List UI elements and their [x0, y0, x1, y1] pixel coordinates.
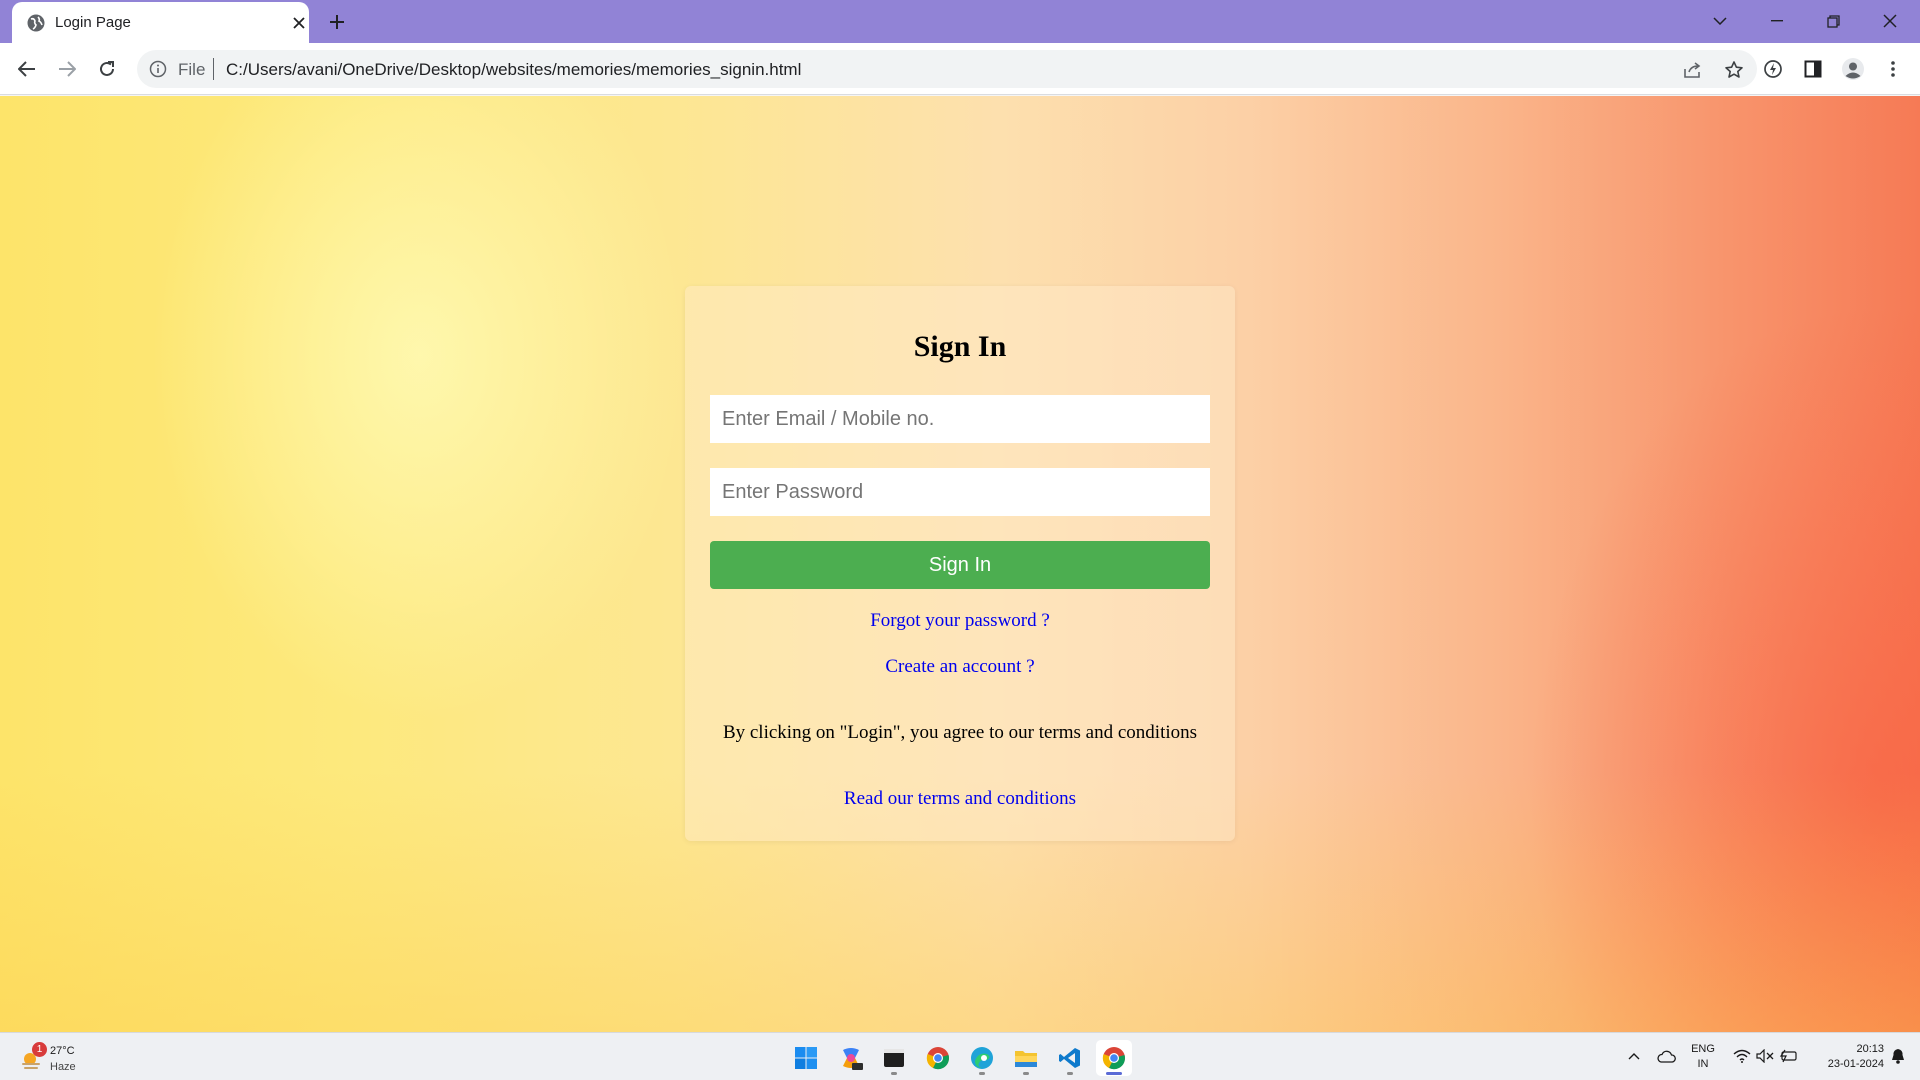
share-icon[interactable] — [1682, 59, 1704, 81]
onedrive-cloud-icon[interactable] — [1654, 1045, 1678, 1067]
minimize-icon[interactable] — [1757, 4, 1797, 38]
browser-toolbar: File C:/Users/avani/OneDrive/Desktop/web… — [0, 43, 1920, 95]
new-tab-icon[interactable] — [323, 8, 351, 36]
system-clock[interactable]: 20:13 23-01-2024 — [1808, 1042, 1884, 1072]
weather-temperature: 27°C — [50, 1045, 75, 1057]
chrome-icon[interactable] — [920, 1040, 956, 1076]
site-info-icon[interactable] — [149, 60, 167, 78]
password-input[interactable] — [710, 468, 1210, 516]
restore-icon[interactable] — [1813, 4, 1853, 38]
weather-widget[interactable]: 1 27°C Haze — [18, 1039, 88, 1077]
chevron-up-icon[interactable] — [1626, 1045, 1642, 1067]
page-viewport: Sign In Sign In Forgot your password ? C… — [0, 96, 1920, 1032]
read-terms-link[interactable]: Read our terms and conditions — [685, 788, 1235, 810]
side-panel-icon[interactable] — [1798, 54, 1828, 84]
reload-icon[interactable] — [91, 53, 123, 85]
tab-title: Login Page — [55, 14, 131, 31]
profile-avatar-icon[interactable] — [1838, 54, 1868, 84]
address-divider — [213, 58, 214, 80]
copilot-icon[interactable] — [833, 1040, 869, 1076]
forward-arrow-icon[interactable] — [51, 53, 83, 85]
battery-charging-icon[interactable] — [1778, 1045, 1800, 1067]
language-region: IN — [1697, 1058, 1709, 1070]
browser-tab[interactable]: Login Page — [12, 2, 309, 43]
globe-icon — [26, 13, 46, 33]
browser-tab-strip: Login Page — [0, 0, 1920, 43]
vscode-icon[interactable] — [1052, 1040, 1088, 1076]
url-scheme-label: File — [178, 60, 206, 79]
language-code: ENG — [1691, 1043, 1715, 1055]
language-indicator[interactable]: ENG IN — [1684, 1042, 1722, 1072]
edge-icon[interactable] — [964, 1040, 1000, 1076]
terms-notice: By clicking on "Login", you agree to our… — [722, 722, 1198, 743]
signin-card: Sign In Sign In Forgot your password ? C… — [685, 286, 1235, 841]
weather-condition: Haze — [50, 1061, 76, 1073]
speaker-muted-icon[interactable] — [1755, 1045, 1775, 1067]
clock-date: 23-01-2024 — [1827, 1058, 1884, 1070]
close-window-icon[interactable] — [1870, 4, 1910, 38]
back-arrow-icon[interactable] — [11, 53, 43, 85]
signin-heading: Sign In — [913, 330, 1007, 363]
terminal-icon[interactable] — [876, 1040, 912, 1076]
notification-bell-icon[interactable] — [1888, 1045, 1908, 1067]
file-explorer-icon[interactable] — [1008, 1040, 1044, 1076]
more-menu-icon[interactable] — [1878, 54, 1908, 84]
notification-badge: 1 — [32, 1042, 47, 1057]
url-text[interactable]: C:/Users/avani/OneDrive/Desktop/websites… — [226, 60, 801, 80]
create-account-link[interactable]: Create an account ? — [685, 656, 1235, 678]
email-input[interactable] — [710, 395, 1210, 443]
tab-search-icon[interactable] — [1700, 4, 1740, 38]
forgot-password-link[interactable]: Forgot your password ? — [685, 610, 1235, 632]
performance-icon[interactable] — [1758, 54, 1788, 84]
windows-taskbar: 1 27°C Haze ENG IN 20:13 23-01-2024 — [0, 1032, 1920, 1080]
bookmark-star-icon[interactable] — [1723, 59, 1745, 81]
wifi-icon[interactable] — [1732, 1045, 1752, 1067]
address-bar[interactable]: File C:/Users/avani/OneDrive/Desktop/web… — [137, 50, 1757, 88]
close-tab-icon[interactable] — [288, 12, 310, 34]
clock-time: 20:13 — [1856, 1043, 1884, 1055]
start-icon[interactable] — [788, 1040, 824, 1076]
chrome-active-icon[interactable] — [1096, 1040, 1132, 1076]
signin-button[interactable]: Sign In — [710, 541, 1210, 589]
